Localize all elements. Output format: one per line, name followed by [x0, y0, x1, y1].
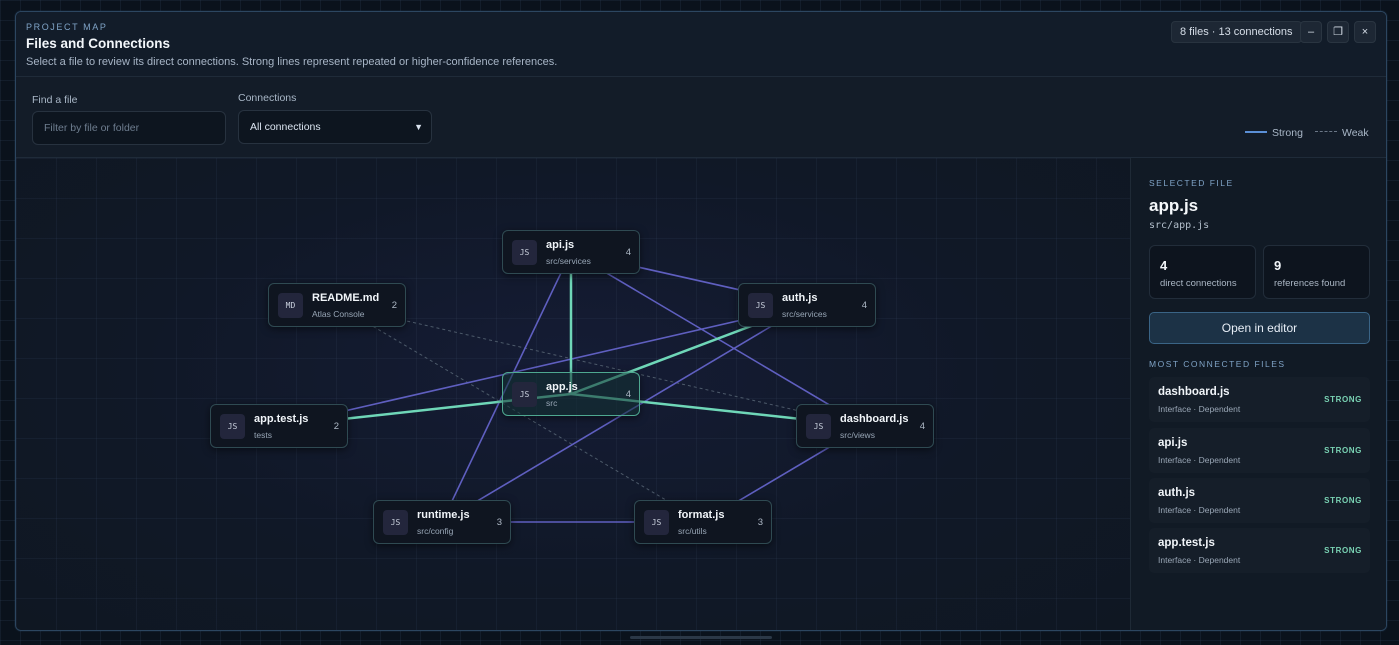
node-path: src/services — [546, 256, 591, 266]
stat-value: 9 — [1274, 258, 1282, 273]
node-name: api.js — [546, 239, 575, 251]
node-name: app.js — [546, 381, 578, 393]
node-path: src/services — [782, 309, 827, 319]
stat-direct-connections: 4 direct connections — [1149, 245, 1256, 299]
legend-strong-label: Strong — [1272, 127, 1303, 139]
page-subtitle: Select a file to review its direct conne… — [26, 56, 558, 68]
node-path: src/utils — [678, 526, 707, 536]
node-connection-count: 2 — [391, 300, 397, 311]
minimize-icon: – — [1307, 26, 1315, 38]
node-app[interactable]: JS app.js src 4 — [502, 372, 640, 416]
stat-label: direct connections — [1160, 278, 1237, 289]
node-connection-count: 4 — [625, 247, 631, 258]
file-type-icon: JS — [383, 510, 408, 535]
node-path: Atlas Console — [312, 309, 365, 319]
connected-file-meta: Interface · Dependent — [1158, 455, 1241, 465]
legend-weak-label: Weak — [1342, 127, 1369, 139]
node-connection-count: 4 — [861, 300, 867, 311]
node-dashboard[interactable]: JS dashboard.js src/views 4 — [796, 404, 934, 448]
close-icon: × — [1361, 26, 1369, 38]
node-readme[interactable]: MD README.md Atlas Console 2 — [268, 283, 406, 327]
graph-canvas[interactable]: JS api.js src/services 4 MD README.md Atlas Co… — [16, 158, 1130, 630]
selected-file-label: SELECTED FILE — [1149, 178, 1234, 188]
node-path: src/views — [840, 430, 875, 440]
connections-select[interactable]: All connections ▼ — [238, 110, 432, 144]
horizontal-scrollbar[interactable] — [630, 636, 772, 639]
file-type-icon: JS — [748, 293, 773, 318]
connected-file-name: dashboard.js — [1158, 386, 1230, 398]
eyebrow: PROJECT MAP — [26, 22, 108, 32]
connections-label: Connections — [238, 92, 297, 104]
find-file-label: Find a file — [32, 94, 78, 106]
node-name: runtime.js — [417, 509, 470, 521]
node-connection-count: 3 — [496, 517, 502, 528]
page-title: Files and Connections — [26, 36, 171, 51]
node-name: dashboard.js — [840, 413, 909, 425]
file-type-icon: MD — [278, 293, 303, 318]
connections-select-value: All connections — [250, 121, 321, 133]
file-type-icon: JS — [512, 382, 537, 407]
file-count-badge: 8 files · 13 connections — [1171, 21, 1302, 43]
selected-file-path: src/app.js — [1149, 220, 1210, 231]
node-path: src — [546, 398, 558, 408]
file-type-icon: JS — [806, 414, 831, 439]
file-type-icon: JS — [220, 414, 245, 439]
legend-weak-line — [1315, 131, 1337, 132]
connected-file-meta: Interface · Dependent — [1158, 505, 1241, 515]
chevron-down-icon: ▼ — [414, 122, 423, 132]
node-name: auth.js — [782, 292, 818, 304]
strength-badge: STRONG — [1324, 546, 1362, 555]
connected-file-item[interactable]: dashboard.js Interface · Dependent STRON… — [1149, 377, 1370, 422]
connected-file-meta: Interface · Dependent — [1158, 404, 1241, 414]
toolbar: Find a file Filter by file or folder Con… — [16, 76, 1386, 158]
detail-panel: SELECTED FILE app.js src/app.js 4 direct… — [1130, 158, 1386, 630]
node-auth[interactable]: JS auth.js src/services 4 — [738, 283, 876, 327]
node-runtime[interactable]: JS runtime.js src/config 3 — [373, 500, 511, 544]
most-connected-label: MOST CONNECTED FILES — [1149, 359, 1286, 369]
node-connection-count: 4 — [919, 421, 925, 432]
stat-label: references found — [1274, 278, 1346, 289]
connected-file-name: app.test.js — [1158, 537, 1215, 549]
stat-references-found: 9 references found — [1263, 245, 1370, 299]
open-in-editor-button[interactable]: Open in editor — [1149, 312, 1370, 344]
connected-file-item[interactable]: auth.js Interface · Dependent STRONG — [1149, 478, 1370, 523]
file-type-icon: JS — [644, 510, 669, 535]
connected-file-name: api.js — [1158, 437, 1188, 449]
file-type-icon: JS — [512, 240, 537, 265]
connected-file-item[interactable]: app.test.js Interface · Dependent STRONG — [1149, 528, 1370, 573]
strength-badge: STRONG — [1324, 446, 1362, 455]
node-format[interactable]: JS format.js src/utils 3 — [634, 500, 772, 544]
node-name: app.test.js — [254, 413, 309, 425]
node-connection-count: 4 — [625, 389, 631, 400]
project-map-window: PROJECT MAP Files and Connections Select… — [15, 11, 1387, 631]
connected-file-item[interactable]: api.js Interface · Dependent STRONG — [1149, 428, 1370, 473]
header: PROJECT MAP Files and Connections Select… — [16, 12, 1386, 76]
minimize-button[interactable]: – — [1300, 21, 1322, 43]
strength-badge: STRONG — [1324, 496, 1362, 505]
node-api[interactable]: JS api.js src/services 4 — [502, 230, 640, 274]
selected-file-name: app.js — [1149, 196, 1199, 215]
node-path: src/config — [417, 526, 454, 536]
maximize-icon: ❐ — [1333, 26, 1343, 38]
node-name: README.md — [312, 292, 380, 304]
node-connection-count: 2 — [333, 421, 339, 432]
close-button[interactable]: × — [1354, 21, 1376, 43]
node-path: tests — [254, 430, 272, 440]
strength-badge: STRONG — [1324, 395, 1362, 404]
node-apptest[interactable]: JS app.test.js tests 2 — [210, 404, 348, 448]
connected-file-meta: Interface · Dependent — [1158, 555, 1241, 565]
search-input[interactable]: Filter by file or folder — [32, 111, 226, 145]
connected-file-name: auth.js — [1158, 487, 1196, 499]
node-connection-count: 3 — [757, 517, 763, 528]
node-name: format.js — [678, 509, 725, 521]
maximize-button[interactable]: ❐ — [1327, 21, 1349, 43]
stat-value: 4 — [1160, 258, 1168, 273]
legend-strong-line — [1245, 131, 1267, 133]
